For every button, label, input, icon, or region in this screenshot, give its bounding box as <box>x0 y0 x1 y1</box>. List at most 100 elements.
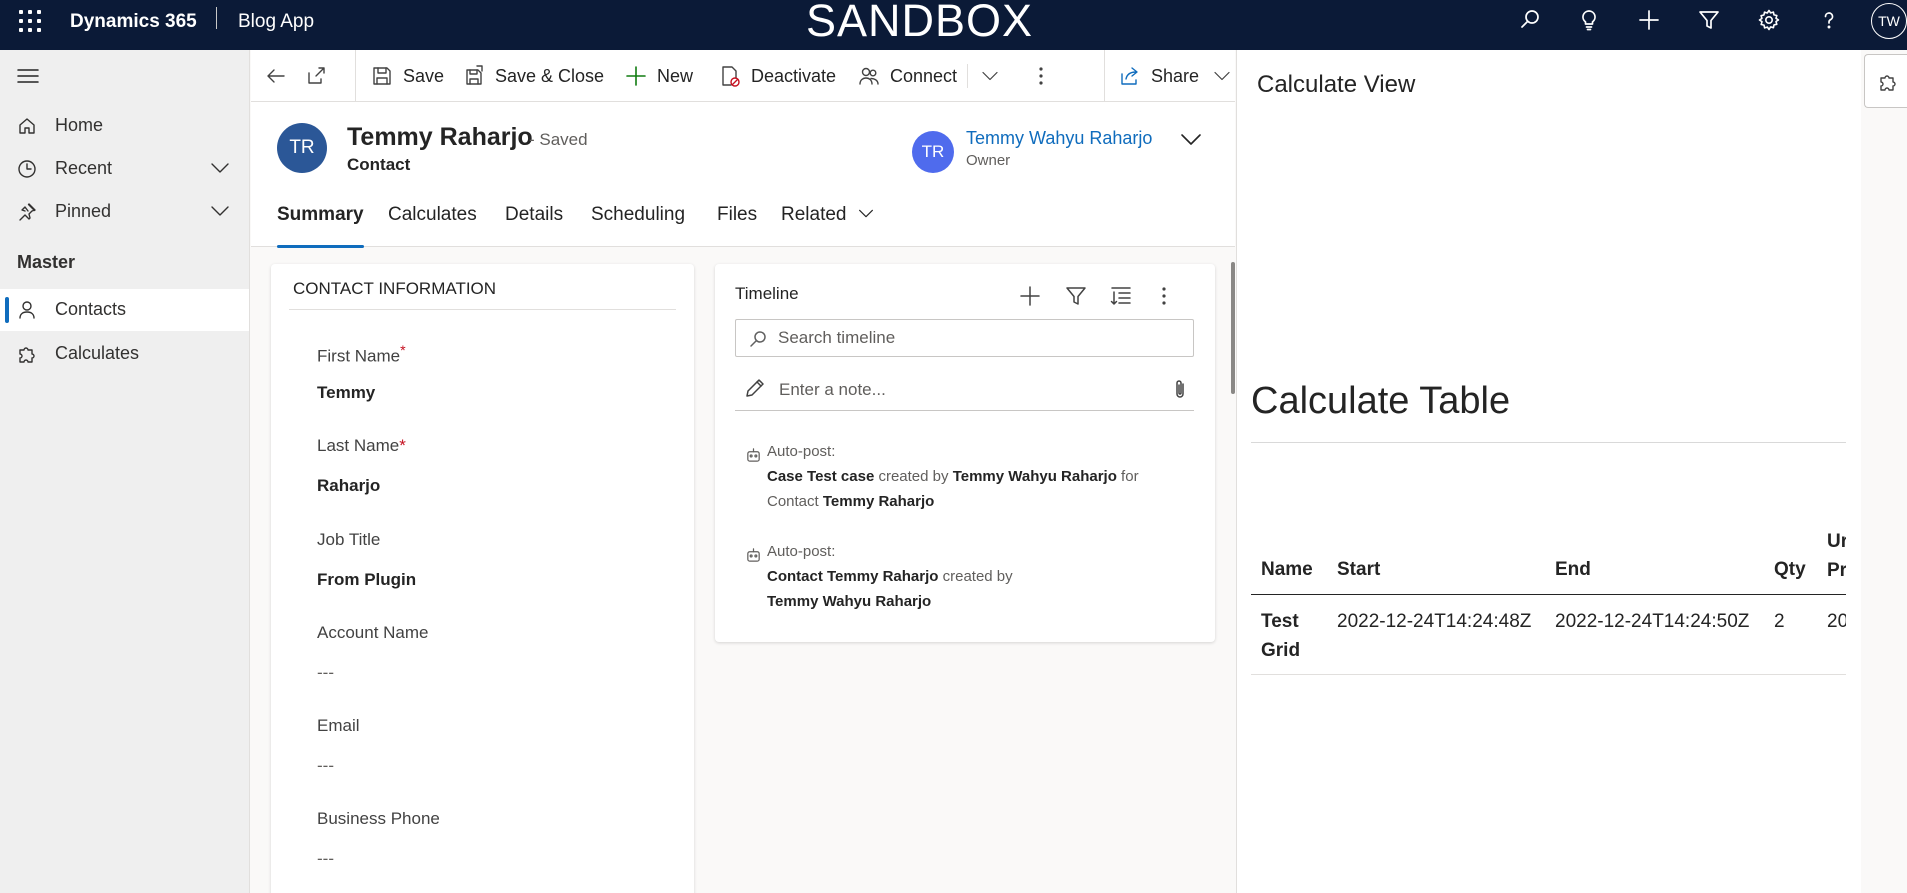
environment-label: SANDBOX <box>806 0 1034 46</box>
nav-item-contacts[interactable]: Contacts <box>0 289 249 331</box>
calculate-table-heading: Calculate Table <box>1251 380 1511 422</box>
last-name-field[interactable]: Raharjo <box>317 476 380 496</box>
form-scrollbar[interactable] <box>1231 262 1235 394</box>
heading-divider <box>1251 442 1846 443</box>
nav-item-pinned[interactable]: Pinned <box>0 191 249 233</box>
lightbulb-icon[interactable] <box>1577 8 1601 32</box>
search-icon[interactable] <box>1518 8 1542 32</box>
post-body-line: Temmy Wahyu Raharjo <box>767 593 932 610</box>
header-expand-icon[interactable] <box>1179 130 1203 150</box>
nav-item-label: Pinned <box>55 201 112 221</box>
owner-link[interactable]: Temmy Wahyu Raharjo <box>966 128 1152 149</box>
post-header: Auto-post: <box>767 543 836 560</box>
side-pane-tab-button[interactable] <box>1864 54 1907 108</box>
share-icon <box>1119 65 1141 87</box>
more-vertical-icon[interactable] <box>1161 284 1185 308</box>
site-map: Home Recent Pinned Master Contacts Calcu… <box>0 50 250 893</box>
share-label: Share <box>1151 65 1200 86</box>
chevron-down-icon[interactable] <box>210 160 230 176</box>
form-body: CONTACT INFORMATION First Name* Temmy La… <box>251 248 1235 893</box>
home-icon <box>17 116 37 136</box>
user-avatar[interactable]: TW <box>1871 3 1907 39</box>
hamburger-icon[interactable] <box>17 68 39 84</box>
deactivate-label: Deactivate <box>751 65 837 86</box>
connect-dropdown-button[interactable] <box>981 50 999 102</box>
app-title[interactable]: Blog App <box>238 11 314 33</box>
side-pane-strip <box>1861 50 1907 893</box>
post-body: Contact Temmy Raharjo created by <box>767 568 1013 585</box>
cell-name[interactable]: Test Grid <box>1261 607 1300 665</box>
attachment-icon[interactable] <box>1171 378 1189 400</box>
chevron-down-icon <box>858 209 873 218</box>
record-title: Temmy Raharjo <box>347 123 533 151</box>
table-header-border <box>1251 594 1846 595</box>
timeline-post[interactable]: Auto-post: Contact Temmy Raharjo created… <box>745 539 1195 614</box>
timeline-search-input[interactable] <box>778 325 1178 351</box>
tab-details[interactable]: Details <box>505 204 563 248</box>
command-divider <box>355 50 356 102</box>
gear-icon[interactable] <box>1757 8 1781 32</box>
save-button[interactable]: Save <box>371 50 444 102</box>
email-field[interactable]: --- <box>317 756 334 776</box>
post-body: Case Test case created by Temmy Wahyu Ra… <box>767 468 1139 485</box>
tab-related[interactable]: Related <box>781 204 874 248</box>
person-icon <box>17 300 37 320</box>
deactivate-button[interactable]: Deactivate <box>719 50 836 102</box>
column-header-name[interactable]: Name <box>1261 555 1313 584</box>
tab-related-label: Related <box>781 204 847 225</box>
clock-icon <box>17 159 37 179</box>
bot-icon <box>745 447 762 464</box>
new-button[interactable]: New <box>625 50 693 102</box>
cell-end: 2022-12-24T14:24:50Z <box>1555 611 1750 632</box>
more-commands-button[interactable] <box>1038 50 1044 102</box>
app-divider <box>216 7 217 29</box>
search-icon <box>749 330 767 348</box>
open-new-window-button[interactable] <box>305 50 327 102</box>
account-name-field[interactable]: --- <box>317 663 334 683</box>
sort-icon[interactable] <box>1109 284 1133 308</box>
connect-button[interactable]: Connect <box>858 50 957 102</box>
post-body-line: Contact Temmy Raharjo <box>767 493 935 510</box>
arrow-left-icon <box>267 69 285 83</box>
nav-item-recent[interactable]: Recent <box>0 148 249 190</box>
side-pane-title: Calculate View <box>1257 71 1416 98</box>
plus-icon[interactable] <box>1637 8 1661 32</box>
app-launcher-icon[interactable] <box>19 10 41 32</box>
back-button[interactable] <box>265 50 287 102</box>
puzzle-icon <box>17 344 37 364</box>
save-close-button[interactable]: Save & Close <box>463 50 604 102</box>
nav-item-calculates[interactable]: Calculates <box>0 333 249 375</box>
chevron-down-icon[interactable] <box>210 203 230 219</box>
business-phone-field[interactable]: --- <box>317 849 334 869</box>
new-label: New <box>657 65 694 86</box>
timeline-post[interactable]: Auto-post: Case Test case created by Tem… <box>745 439 1195 514</box>
job-title-label: Job Title <box>317 530 381 549</box>
tab-scheduling[interactable]: Scheduling <box>591 204 685 248</box>
help-icon[interactable] <box>1817 8 1841 32</box>
nav-item-home[interactable]: Home <box>0 105 249 147</box>
filter-icon[interactable] <box>1064 284 1088 308</box>
share-button[interactable]: Share <box>1119 50 1231 102</box>
column-header-start[interactable]: Start <box>1337 555 1380 584</box>
last-name-label: Last Name* <box>317 436 406 455</box>
column-header-unit-price[interactable]: Ur Pr <box>1827 527 1846 585</box>
job-title-field[interactable]: From Plugin <box>317 570 416 590</box>
plus-icon[interactable] <box>1018 284 1042 308</box>
app-name[interactable]: Dynamics 365 <box>70 11 197 33</box>
nav-item-label: Contacts <box>55 299 127 319</box>
cell-start: 2022-12-24T14:24:48Z <box>1337 611 1532 632</box>
nav-group-title: Master <box>17 252 76 272</box>
column-header-qty[interactable]: Qty <box>1774 555 1806 584</box>
section-divider <box>289 309 676 310</box>
column-header-end[interactable]: End <box>1555 555 1591 584</box>
chevron-down-icon <box>1214 71 1230 81</box>
tab-files[interactable]: Files <box>717 204 757 248</box>
owner-label: Owner <box>966 152 1011 169</box>
post-header: Auto-post: <box>767 443 836 460</box>
tab-summary[interactable]: Summary <box>277 204 364 248</box>
note-input[interactable] <box>779 377 1159 403</box>
filter-icon[interactable] <box>1697 8 1721 32</box>
nav-item-label: Recent <box>55 158 113 178</box>
first-name-field[interactable]: Temmy <box>317 383 375 403</box>
tab-calculates[interactable]: Calculates <box>388 204 477 248</box>
